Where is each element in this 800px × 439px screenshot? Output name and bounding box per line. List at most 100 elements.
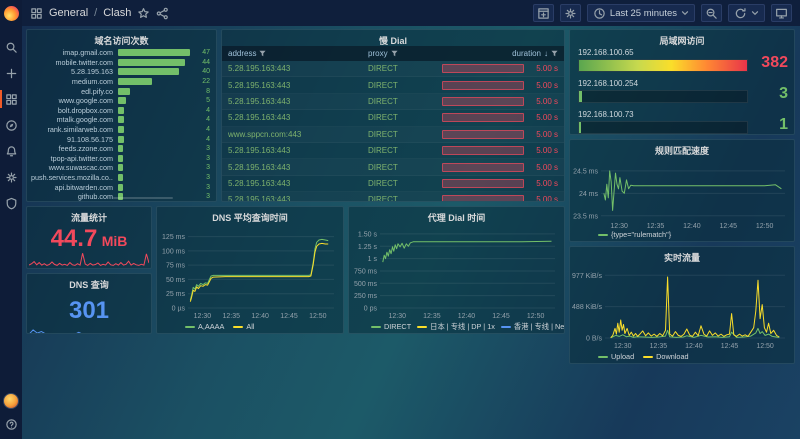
cell-address: 5.28.195.163:443: [228, 113, 368, 122]
legend-label: Upload: [611, 352, 634, 361]
domain-bar-row: 5.28.195.16340: [31, 67, 210, 77]
cell-duration: 5.00 s: [524, 113, 558, 122]
domain-value: 3: [194, 193, 210, 200]
legend-item[interactable]: 香港 | 专线 | Nerpcloud | 1x: [501, 322, 565, 332]
refresh-button[interactable]: [728, 4, 765, 22]
panel-title[interactable]: 实时流量: [570, 247, 794, 263]
svg-text:12:35: 12:35: [223, 313, 241, 320]
legend-item[interactable]: DIRECT: [371, 322, 411, 331]
lan-ip-label: 192.168.100.73: [578, 110, 786, 119]
sidebar-item-dashboards[interactable]: [0, 92, 22, 106]
cell-address: 5.28.195.163:443: [228, 81, 368, 90]
legend-item[interactable]: 日本 | 专线 | DP | 1x: [417, 322, 495, 332]
bar-track: [118, 164, 190, 171]
sidebar-item-explore[interactable]: [0, 118, 22, 132]
scrollbar[interactable]: [113, 197, 173, 199]
bar-fill: [118, 107, 124, 114]
sidebar-item-alerting[interactable]: [0, 144, 22, 158]
cell-duration: 5.00 s: [524, 130, 558, 139]
help-icon[interactable]: [5, 418, 18, 431]
panel-title[interactable]: DNS 查询: [27, 274, 151, 290]
legend-item[interactable]: Download: [643, 352, 688, 361]
legend-item[interactable]: A,AAAA: [185, 322, 224, 331]
add-panel-button[interactable]: [533, 4, 554, 22]
table-row: www.sppcn.com:443DIRECT5.00 s: [222, 127, 564, 143]
sidebar-item-configuration[interactable]: [0, 170, 22, 184]
column-address[interactable]: address: [228, 49, 368, 58]
domain-value: 4: [194, 136, 210, 143]
zoom-out-button[interactable]: [701, 4, 722, 22]
star-icon[interactable]: [137, 7, 150, 20]
cell-address: 5.28.195.163:443: [228, 163, 368, 172]
bar-track: [118, 88, 190, 95]
bar-fill: [118, 78, 152, 85]
panel-rule-match-speed: 规则匹配速度 24.5 ms24 ms23.5 ms12:3012:3512:4…: [569, 139, 795, 242]
cell-duration: 5.00 s: [524, 146, 558, 155]
column-label: address: [228, 49, 256, 58]
sidebar-item-create[interactable]: [0, 66, 22, 80]
domain-label: edl.pify.co: [31, 87, 113, 96]
domain-bar-row: rank.similarweb.com4: [31, 125, 210, 135]
share-icon[interactable]: [156, 7, 169, 20]
legend-color-dash: [501, 326, 511, 328]
sidebar-item-search[interactable]: [0, 40, 22, 54]
svg-text:12:30: 12:30: [194, 313, 212, 320]
svg-text:977 KiB/s: 977 KiB/s: [572, 273, 602, 280]
left-sidebar: [0, 0, 22, 439]
bar-fill: [118, 97, 126, 104]
breadcrumb-folder[interactable]: General: [49, 7, 88, 19]
user-avatar[interactable]: [3, 393, 19, 409]
traffic-stat-value: 44.7 MiB: [27, 227, 151, 251]
legend-color-dash: [417, 326, 427, 328]
cell-proxy: DIRECT: [368, 97, 442, 106]
time-range-label: Last 25 minutes: [610, 8, 677, 19]
domain-bar-row: 91.108.56.1754: [31, 134, 210, 144]
bar-fill: [118, 155, 123, 162]
time-range-picker[interactable]: Last 25 minutes: [587, 4, 695, 22]
cell-address: 5.28.195.163:443: [228, 179, 368, 188]
legend-label: {type="rulematch"}: [611, 230, 671, 239]
legend-item[interactable]: {type="rulematch"}: [598, 230, 671, 239]
cycle-view-button[interactable]: [771, 4, 792, 22]
sidebar-item-server-admin[interactable]: [0, 196, 22, 210]
cell-address: 5.28.195.163:443: [228, 97, 368, 106]
svg-text:12:40: 12:40: [458, 313, 476, 320]
panel-title[interactable]: 局域网访问: [570, 30, 794, 46]
panel-title[interactable]: 代理 Dial 时间: [349, 207, 564, 223]
domain-label: imap.gmail.com: [31, 48, 113, 57]
filter-icon[interactable]: [551, 50, 558, 57]
breadcrumb-dashboard[interactable]: Clash: [103, 7, 131, 19]
column-proxy[interactable]: proxy: [368, 49, 512, 58]
chart-legend: Upload Download: [570, 351, 794, 362]
domain-bar-row: imap.gmail.com47: [31, 48, 210, 58]
grafana-logo[interactable]: [0, 0, 22, 26]
panel-title[interactable]: 慢 Dial: [222, 30, 564, 46]
filter-icon[interactable]: [259, 50, 266, 57]
svg-text:1 s: 1 s: [368, 256, 378, 263]
domain-label: rank.similarweb.com: [31, 125, 113, 134]
legend-item[interactable]: Upload: [598, 352, 634, 361]
svg-text:12:40: 12:40: [251, 313, 269, 320]
domain-label: push.services.mozilla.co...: [31, 173, 113, 182]
bar-track: [118, 107, 190, 114]
lan-gauge-item: 192.168.100.731: [570, 108, 794, 135]
cell-duration: 5.00 s: [524, 179, 558, 188]
domain-value: 40: [194, 68, 210, 75]
legend-item[interactable]: All: [233, 322, 254, 331]
grafana-flame-icon: [4, 6, 19, 21]
panel-title[interactable]: 域名访问次数: [27, 30, 216, 46]
bar-track: [118, 184, 190, 191]
panel-title[interactable]: 流量统计: [27, 207, 151, 223]
filter-icon[interactable]: [391, 50, 398, 57]
panel-title[interactable]: DNS 平均查询时间: [157, 207, 343, 223]
table-row: 5.28.195.163:443DIRECT5.00 s: [222, 176, 564, 192]
breadcrumb-separator: /: [94, 7, 97, 19]
dashboards-icon: [5, 93, 18, 106]
lan-bar-track: [578, 90, 748, 103]
dashboard-settings-button[interactable]: [560, 4, 581, 22]
panel-title[interactable]: 规则匹配速度: [570, 140, 794, 156]
svg-text:1.50 s: 1.50 s: [358, 231, 378, 238]
column-duration[interactable]: duration ↓: [512, 49, 558, 58]
domain-value: 8: [194, 88, 210, 95]
clock-icon: [593, 7, 606, 20]
